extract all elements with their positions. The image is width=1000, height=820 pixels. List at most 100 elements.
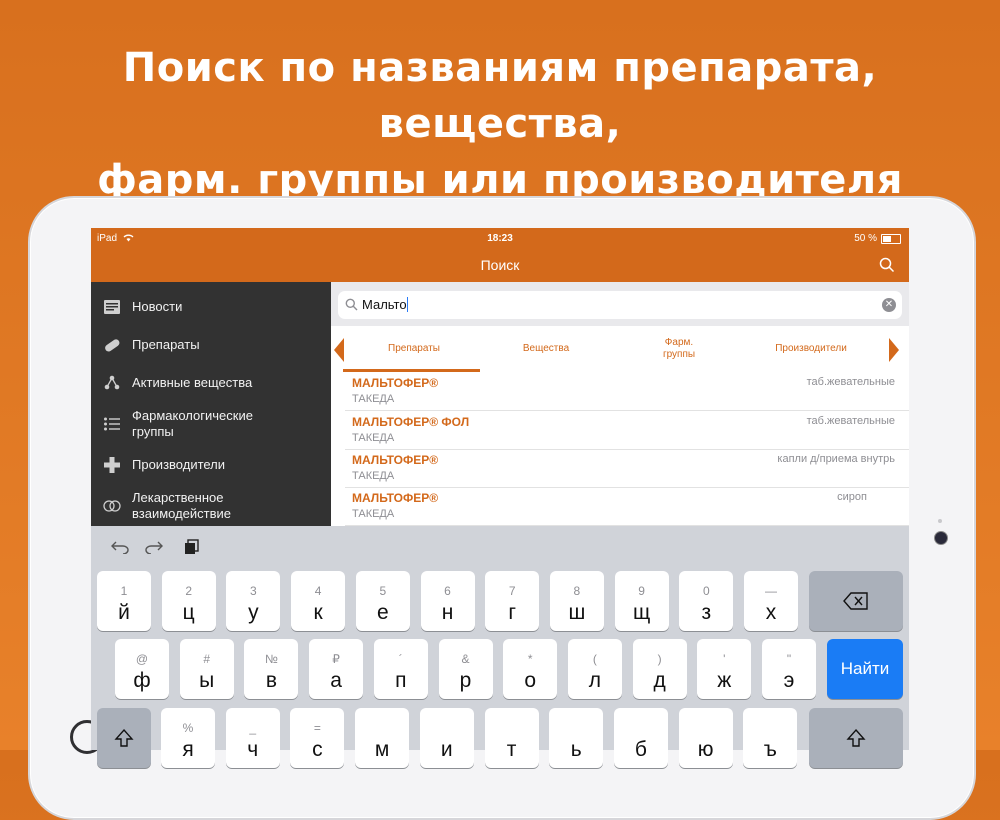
key-secondary-label: 9 <box>638 584 645 598</box>
key-ж[interactable]: ' ж <box>697 639 752 699</box>
key-ы[interactable]: # ы <box>179 639 234 699</box>
redo-icon[interactable] <box>143 538 165 556</box>
key-ь[interactable]: ь <box>549 708 604 768</box>
key-й[interactable]: 1й <box>97 571 151 631</box>
result-form: таб.жевательные <box>806 376 895 388</box>
key-д[interactable]: ) д <box>632 639 687 699</box>
key-ш[interactable]: 8ш <box>549 571 604 631</box>
key-primary-label: д <box>653 669 666 692</box>
key-к[interactable]: 4к <box>291 571 346 631</box>
battery-percent: 50 % <box>854 233 877 244</box>
shift-key-right[interactable] <box>809 708 903 768</box>
key-secondary-label: # <box>203 652 211 666</box>
key-ю[interactable]: ю <box>678 708 733 768</box>
search-go-button[interactable]: Найти <box>827 639 903 699</box>
key-г[interactable]: 7г <box>485 571 540 631</box>
magnifier-icon <box>345 298 358 311</box>
search-icon[interactable] <box>879 257 895 273</box>
key-secondary-label: № <box>264 652 278 666</box>
key-primary-label: ъ <box>763 738 777 761</box>
promo-headline: Поиск по названиям препарата, вещества, … <box>0 40 1000 208</box>
key-в[interactable]: № в <box>244 639 299 699</box>
paste-icon[interactable] <box>181 538 203 556</box>
shift-icon <box>846 728 866 747</box>
interaction-icon <box>103 497 121 515</box>
key-м[interactable]: м <box>355 708 410 768</box>
key-о[interactable]: * о <box>503 639 558 699</box>
key-secondary-label: % <box>182 721 194 735</box>
key-ъ[interactable]: ъ <box>743 708 798 768</box>
undo-icon[interactable] <box>109 538 131 556</box>
tabs-right-arrow-icon[interactable] <box>889 338 899 362</box>
key-secondary-label: 6 <box>444 584 451 598</box>
result-form: сироп <box>837 491 867 503</box>
sidebar-item-drugs[interactable]: Препараты <box>91 326 331 364</box>
tabs-left-arrow-icon[interactable] <box>334 338 344 362</box>
key-secondary-label: 3 <box>250 584 257 598</box>
key-primary-label: з <box>701 601 712 624</box>
result-row[interactable]: МАЛЬТОФЕР® ФОЛ ТАКЕДА таб.жевательные <box>345 411 909 450</box>
key-б[interactable]: б <box>613 708 668 768</box>
key-с[interactable]: = с <box>290 708 345 768</box>
key-у[interactable]: 3у <box>226 571 281 631</box>
key-primary-label: ж <box>717 669 732 692</box>
key-х[interactable]: — х <box>744 571 798 631</box>
result-row[interactable]: МАЛЬТОФЕР® ТАКЕДА сироп <box>345 487 909 526</box>
key-secondary-label: 4 <box>314 584 322 598</box>
key-я[interactable]: % я <box>161 708 215 768</box>
onscreen-keyboard: 1 й 2 ц 3 у 4 к 5 е 6 н 7 г 8 ш 9 щ 0 з — х @ ф # ы № в ₽ а ´ п & р * о(л) д… <box>91 526 909 768</box>
key-л[interactable]: (л <box>567 639 622 699</box>
sidebar-item-interactions[interactable]: Лекарственное взаимодействие <box>91 484 331 528</box>
sensor-dot <box>938 519 942 523</box>
result-form: таб.жевательные <box>806 415 895 427</box>
key-ч[interactable]: _ ч <box>225 708 280 768</box>
result-row[interactable]: МАЛЬТОФЕР® ТАКЕДА капли д/приема внутрь <box>345 449 909 488</box>
backspace-key[interactable] <box>809 571 903 631</box>
key-secondary-label: _ <box>249 721 257 735</box>
key-primary-label: т <box>506 738 517 761</box>
key-ц[interactable]: 2ц <box>161 571 216 631</box>
result-manufacturer: ТАКЕДА <box>352 470 395 482</box>
key-е[interactable]: 5е <box>355 571 410 631</box>
sidebar-item-pharm-groups[interactable]: Фармакологические группы <box>91 402 331 446</box>
key-т[interactable]: т <box>484 708 539 768</box>
key-primary-label: щ <box>632 601 651 624</box>
backspace-icon <box>843 592 868 610</box>
shift-key-left[interactable] <box>97 708 151 768</box>
key-н[interactable]: 6н <box>420 571 475 631</box>
key-а[interactable]: ₽ а <box>309 639 364 699</box>
key-щ[interactable]: 9щ <box>614 571 669 631</box>
result-form: капли д/приема внутрь <box>777 453 895 465</box>
search-input[interactable]: Мальто ✕ <box>338 291 902 319</box>
result-manufacturer: ТАКЕДА <box>352 432 395 444</box>
key-э[interactable]: " э <box>762 639 816 699</box>
key-primary-label: б <box>634 738 647 761</box>
key-secondary-label: * <box>527 652 533 666</box>
result-name: МАЛЬТОФЕР® <box>352 491 439 505</box>
text-caret <box>406 297 408 312</box>
key-ф[interactable]: @ ф <box>115 639 169 699</box>
key-secondary-label: = <box>313 721 321 735</box>
key-п[interactable]: ´ п <box>373 639 428 699</box>
tab-substances[interactable]: Вещества <box>481 326 611 372</box>
key-primary-label: ч <box>247 738 259 761</box>
sidebar-item-label: Препараты <box>132 337 200 352</box>
result-manufacturer: ТАКЕДА <box>352 393 395 405</box>
key-secondary-label: — <box>765 584 777 598</box>
key-primary-label: ю <box>697 738 714 761</box>
key-и[interactable]: и <box>419 708 474 768</box>
key-primary-label: в <box>265 669 277 692</box>
sidebar-item-news[interactable]: Новости <box>91 288 331 326</box>
tab-pharm-groups[interactable]: Фарм. группы <box>614 326 744 372</box>
clear-icon[interactable]: ✕ <box>882 298 896 312</box>
result-row[interactable]: МАЛЬТОФЕР® ТАКЕДА таб.жевательные <box>345 372 909 411</box>
sidebar-item-manufacturers[interactable]: Производители <box>91 446 331 484</box>
sidebar-item-substances[interactable]: Активные вещества <box>91 364 331 402</box>
key-primary-label: п <box>395 669 407 692</box>
key-з[interactable]: 0з <box>679 571 734 631</box>
tab-manufacturers[interactable]: Производители <box>746 326 876 372</box>
key-р[interactable]: & р <box>438 639 493 699</box>
keyboard-toolbar <box>91 526 909 568</box>
status-time: 18:23 <box>487 233 513 244</box>
tab-drugs[interactable]: Препараты <box>349 326 479 372</box>
